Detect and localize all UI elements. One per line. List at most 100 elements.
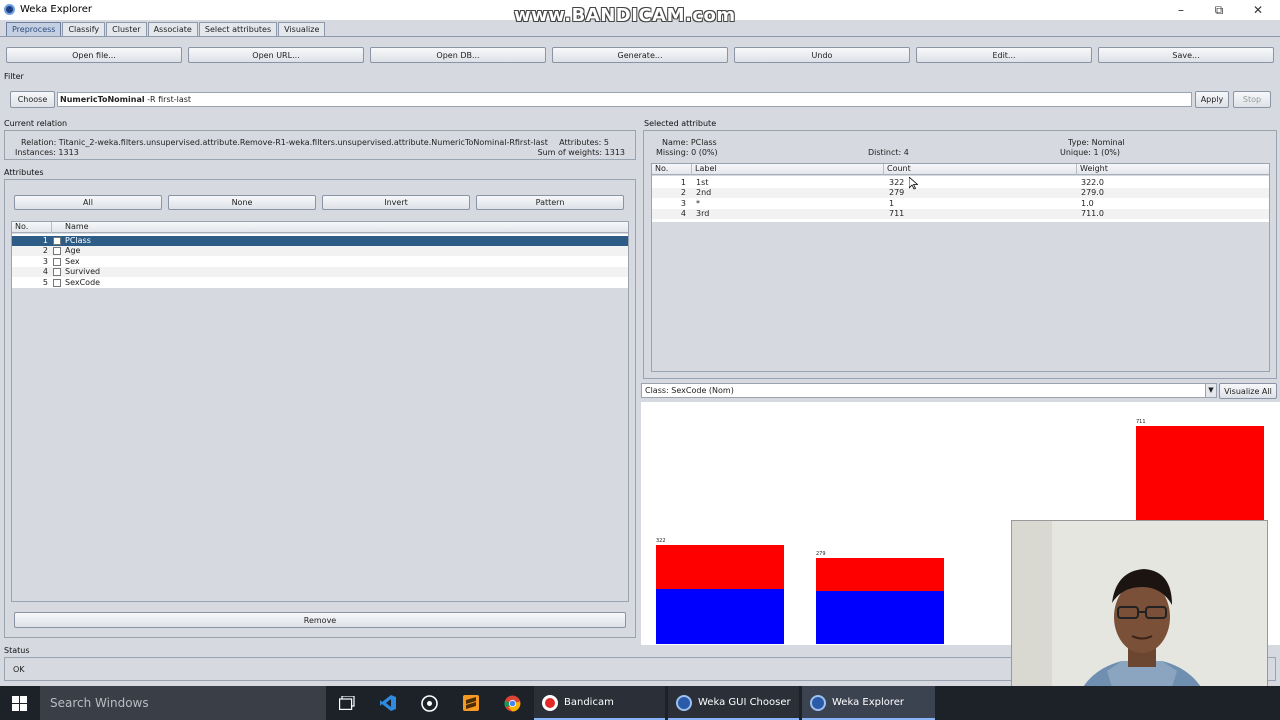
stop-button: Stop — [1233, 91, 1271, 108]
select-none-button[interactable]: None — [168, 195, 316, 210]
invert-button[interactable]: Invert — [322, 195, 470, 210]
label-count: 322 — [889, 178, 905, 187]
attribute-checkbox[interactable] — [53, 247, 61, 255]
col-no[interactable]: No. — [12, 222, 52, 233]
visualize-all-button[interactable]: Visualize All — [1219, 383, 1277, 399]
tab-preprocess[interactable]: Preprocess — [6, 22, 62, 36]
attribute-checkbox[interactable] — [53, 268, 61, 276]
choose-filter-button[interactable]: Choose — [10, 91, 55, 108]
label-no: 3 — [680, 199, 686, 208]
col-count[interactable]: Count — [884, 164, 1077, 175]
attribute-type-info: Type: Nominal — [1068, 138, 1125, 147]
tab-associate[interactable]: Associate — [147, 22, 198, 36]
col-weight[interactable]: Weight — [1077, 164, 1269, 175]
label-row[interactable]: 1 1st 322 322.0 — [652, 178, 1269, 188]
attribute-no: 5 — [42, 278, 48, 287]
status-text: OK — [13, 665, 25, 674]
attribute-row-sex[interactable]: 3 Sex — [12, 257, 628, 267]
chrome-icon[interactable] — [504, 695, 521, 712]
label-no: 4 — [680, 209, 686, 218]
attribute-name-info: Name: PClass — [662, 138, 717, 147]
visual-studio-code-icon[interactable] — [380, 695, 396, 711]
attributes-rows: 1 PClass 2 Age 3 Sex 4 Survived 5 SexCod… — [12, 234, 628, 288]
restore-icon[interactable]: ⧉ — [1204, 2, 1234, 18]
attribute-checkbox[interactable] — [53, 279, 61, 287]
pattern-button[interactable]: Pattern — [476, 195, 624, 210]
attribute-row-sexcode[interactable]: 5 SexCode — [12, 278, 628, 288]
filter-field[interactable]: NumericToNominal -R first-last — [57, 92, 1192, 107]
label-row[interactable]: 4 3rd 711 711.0 — [652, 209, 1269, 219]
attribute-row-survived[interactable]: 4 Survived — [12, 267, 628, 277]
taskbar-app-label: Bandicam (Unregist... — [564, 697, 614, 708]
attribute-name: SexCode — [65, 278, 101, 287]
label-row[interactable]: 2 2nd 279 279.0 — [652, 188, 1269, 198]
remove-button[interactable]: Remove — [14, 612, 626, 628]
label-value: 3rd — [696, 209, 710, 218]
relation-name: Relation: Titanic_2-weka.filters.unsuper… — [21, 138, 548, 147]
chevron-down-icon[interactable]: ▼ — [1205, 384, 1216, 397]
attributes-section-label: Attributes — [4, 168, 44, 177]
bandicam-icon — [542, 695, 558, 711]
attribute-row-pclass[interactable]: 1 PClass — [12, 236, 628, 246]
selected-attribute-panel: Name: PClass Missing: 0 (0%) Distinct: 4… — [643, 130, 1277, 379]
taskbar-app-bandicam[interactable]: Bandicam (Unregist... — [534, 686, 665, 720]
attribute-missing-info: Missing: 0 (0%) — [656, 148, 718, 157]
class-select[interactable]: Class: SexCode (Nom) ▼ — [641, 383, 1217, 398]
taskbar-app-weka-gui-chooser[interactable]: Weka GUI Chooser — [668, 686, 799, 720]
open-db-button[interactable]: Open DB... — [370, 47, 546, 63]
attribute-distinct-info: Distinct: 4 — [868, 148, 909, 157]
col-name[interactable]: Name — [62, 222, 628, 233]
open-file-button[interactable]: Open file... — [6, 47, 182, 63]
tab-visualize[interactable]: Visualize — [278, 22, 326, 36]
bar-blue-segment — [656, 589, 784, 644]
open-url-button[interactable]: Open URL... — [188, 47, 364, 63]
col-label[interactable]: Label — [692, 164, 884, 175]
obs-icon[interactable] — [421, 695, 438, 712]
weka-icon — [810, 695, 826, 711]
filter-options: -R first-last — [144, 95, 192, 104]
apply-button[interactable]: Apply — [1195, 91, 1229, 108]
label-weight: 322.0 — [1081, 178, 1104, 187]
attribute-checkbox[interactable] — [53, 237, 61, 245]
label-value: 1st — [696, 178, 709, 187]
undo-button[interactable]: Undo — [734, 47, 910, 63]
save-button[interactable]: Save... — [1098, 47, 1274, 63]
col-no[interactable]: No. — [652, 164, 692, 175]
select-all-button[interactable]: All — [14, 195, 162, 210]
bar-blue-segment — [816, 591, 944, 644]
attribute-name: Age — [65, 246, 81, 255]
bar-red-segment — [816, 558, 944, 591]
attribute-no: 3 — [42, 257, 48, 266]
tab-cluster[interactable]: Cluster — [106, 22, 147, 36]
attribute-checkbox[interactable] — [53, 258, 61, 266]
windows-start-icon[interactable] — [12, 696, 27, 711]
attribute-name: Sex — [65, 257, 80, 266]
label-row[interactable]: 3 * 1 1.0 — [652, 199, 1269, 209]
taskbar-app-weka-explorer[interactable]: Weka Explorer — [802, 686, 935, 720]
label-table-header: No. Label Count Weight — [652, 164, 1269, 175]
histogram-bar-2nd — [816, 558, 944, 644]
taskbar-app-label: Weka Explorer — [832, 697, 905, 708]
edit-button[interactable]: Edit... — [916, 47, 1092, 63]
attributes-table-header: No. Name — [12, 222, 628, 233]
taskbar: Search Windows Bandicam (Unregist... Wek… — [0, 686, 1280, 720]
attribute-no: 1 — [42, 236, 48, 245]
label-count: 279 — [889, 188, 905, 197]
class-select-value: Class: SexCode (Nom) — [645, 386, 734, 395]
taskbar-app-label: Weka GUI Chooser — [698, 697, 791, 708]
weka-icon — [676, 695, 692, 711]
close-icon[interactable]: ✕ — [1243, 2, 1273, 18]
current-relation-panel: Relation: Titanic_2-weka.filters.unsuper… — [4, 130, 636, 160]
label-count: 711 — [889, 209, 905, 218]
taskbar-search-input[interactable]: Search Windows — [40, 686, 326, 720]
minimize-icon[interactable]: – — [1166, 2, 1196, 18]
label-no: 2 — [680, 188, 686, 197]
tab-classify[interactable]: Classify — [62, 22, 106, 36]
sublime-text-icon[interactable] — [463, 695, 479, 711]
bandicam-watermark: www.BANDICAM.com — [514, 5, 736, 26]
generate-button[interactable]: Generate... — [552, 47, 728, 63]
task-view-icon[interactable] — [339, 696, 355, 710]
label-rows: 1 1st 322 322.0 2 2nd 279 279.0 3 * 1 1.… — [652, 176, 1269, 222]
attribute-row-age[interactable]: 2 Age — [12, 246, 628, 256]
tab-select-attributes[interactable]: Select attributes — [198, 22, 278, 36]
